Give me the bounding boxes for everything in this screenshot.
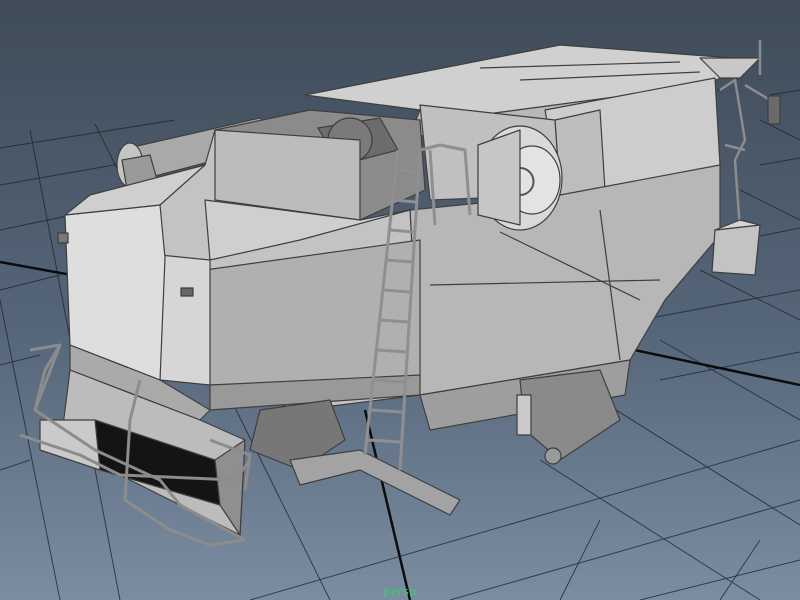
rear-platform [711,219,761,276]
harvester-model[interactable] [19,40,781,547]
viewport-canvas[interactable] [0,0,800,600]
side-mirror [767,95,781,125]
persp-viewport[interactable]: persp [0,0,800,600]
air-intake-drum [477,125,563,231]
camera-name-label: persp [383,585,417,598]
